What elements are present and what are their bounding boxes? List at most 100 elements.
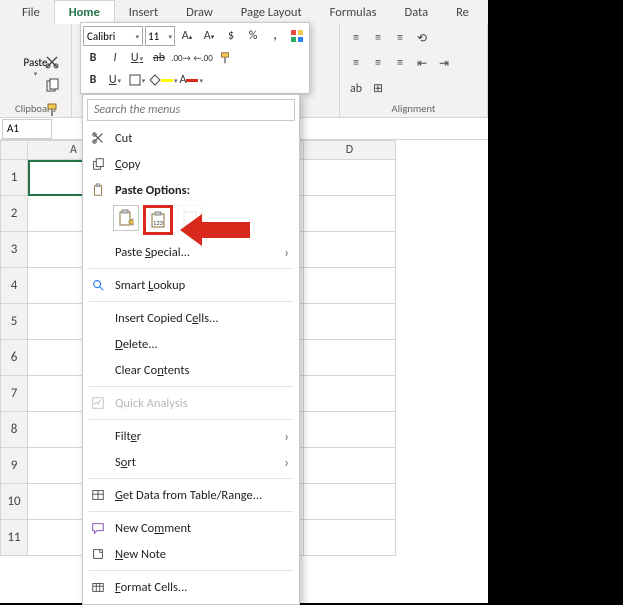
row-head[interactable]: 5: [0, 304, 28, 340]
strikethrough-button[interactable]: ab: [149, 48, 169, 68]
cut-icon[interactable]: [44, 54, 60, 75]
fill-color-button[interactable]: [149, 70, 178, 90]
cell[interactable]: [304, 376, 396, 412]
separator: [89, 511, 293, 512]
row-head[interactable]: 7: [0, 376, 28, 412]
select-all-corner[interactable]: [0, 140, 28, 160]
menu-sort[interactable]: Sort: [83, 449, 299, 475]
tab-home[interactable]: Home: [54, 0, 115, 24]
cell[interactable]: [304, 232, 396, 268]
merge-button[interactable]: ⊞: [368, 79, 388, 99]
format-painter-mini-icon[interactable]: [215, 48, 235, 68]
table-icon: [89, 488, 107, 502]
menu-copy[interactable]: Copy: [83, 151, 299, 177]
increase-indent-icon[interactable]: ⇥: [434, 53, 454, 73]
tab-insert[interactable]: Insert: [115, 1, 172, 24]
row-head[interactable]: 4: [0, 268, 28, 304]
align-center-icon[interactable]: ≡: [368, 53, 388, 73]
tab-data[interactable]: Data: [391, 1, 443, 24]
tab-review[interactable]: Re: [442, 1, 483, 24]
menu-new-note[interactable]: New Note: [83, 541, 299, 567]
separator: [89, 386, 293, 387]
row-head[interactable]: 10: [0, 484, 28, 520]
menu-clear-contents[interactable]: Clear Contents: [83, 357, 299, 383]
separator: [89, 570, 293, 571]
menu-format-cells[interactable]: Format Cells...: [83, 574, 299, 600]
align-bottom-icon[interactable]: ≡: [390, 28, 410, 48]
row-head[interactable]: 2: [0, 196, 28, 232]
align-top-icon[interactable]: ≡: [346, 28, 366, 48]
menu-delete[interactable]: Delete...: [83, 331, 299, 357]
decrease-decimal-icon[interactable]: ←.00: [193, 48, 213, 68]
row-head[interactable]: 3: [0, 232, 28, 268]
separator: [89, 268, 293, 269]
row-head[interactable]: 6: [0, 340, 28, 376]
mini-font-name[interactable]: Calibri▾: [83, 26, 143, 46]
italic-button[interactable]: I: [105, 48, 125, 68]
mini-font-size[interactable]: 11▾: [145, 26, 175, 46]
menu-insert-copied-cells[interactable]: Insert Copied Cells...: [83, 305, 299, 331]
accounting-format-icon[interactable]: $: [221, 26, 241, 46]
comma-format-icon[interactable]: ,: [265, 26, 285, 46]
bold-button[interactable]: B: [83, 48, 103, 68]
mini-toolbar: Calibri▾ 11▾ A▴ A▾ $ % , B I U ab .00→ ←…: [80, 22, 310, 94]
percent-format-icon[interactable]: %: [243, 26, 263, 46]
cell[interactable]: [304, 448, 396, 484]
paste-option-values[interactable]: 123: [143, 205, 173, 235]
tab-draw[interactable]: Draw: [172, 1, 227, 24]
decrease-indent-icon[interactable]: ⇤: [412, 53, 432, 73]
separator: [89, 478, 293, 479]
alignment-group-label: Alignment: [344, 102, 483, 117]
comment-icon: [89, 521, 107, 535]
tab-page-layout[interactable]: Page Layout: [227, 1, 316, 24]
cell[interactable]: [304, 160, 396, 196]
underline-button[interactable]: U: [127, 48, 147, 68]
menu-new-comment[interactable]: New Comment: [83, 515, 299, 541]
increase-font-icon[interactable]: A▴: [177, 26, 197, 46]
border-button[interactable]: [127, 70, 147, 90]
row-head[interactable]: 9: [0, 448, 28, 484]
menu-search[interactable]: [87, 99, 295, 121]
format-painter-icon[interactable]: [44, 102, 60, 123]
align-left-icon[interactable]: ≡: [346, 53, 366, 73]
cell[interactable]: [304, 484, 396, 520]
note-icon: [89, 547, 107, 561]
search-icon: [89, 278, 107, 292]
tab-formulas[interactable]: Formulas: [316, 1, 391, 24]
menu-search-input[interactable]: [87, 99, 295, 121]
copy-icon[interactable]: [44, 78, 60, 99]
wrap-text-button[interactable]: ab: [346, 79, 366, 99]
context-menu: Cut Copy Paste Options: 123 Paste Specia…: [82, 94, 300, 605]
cell[interactable]: [304, 412, 396, 448]
menu-cut[interactable]: Cut: [83, 125, 299, 151]
menu-smart-lookup[interactable]: Smart Lookup: [83, 272, 299, 298]
orientation-icon[interactable]: ⟲: [412, 28, 432, 48]
tab-file[interactable]: File: [8, 1, 54, 24]
menu-paste-options-heading: Paste Options:: [83, 177, 299, 203]
row-head[interactable]: 8: [0, 412, 28, 448]
font-color-button[interactable]: A: [180, 70, 203, 90]
copy-icon: [89, 157, 107, 171]
bold-button-2[interactable]: B: [83, 70, 103, 90]
row-head[interactable]: 11: [0, 520, 28, 556]
paste-option-keep-source[interactable]: [113, 205, 139, 231]
cell[interactable]: [304, 268, 396, 304]
format-cells-icon: [89, 580, 107, 594]
quick-analysis-icon: [89, 396, 107, 410]
align-middle-icon[interactable]: ≡: [368, 28, 388, 48]
align-right-icon[interactable]: ≡: [390, 53, 410, 73]
decrease-font-icon[interactable]: A▾: [199, 26, 219, 46]
row-head[interactable]: 1: [0, 160, 28, 196]
menu-filter[interactable]: Filter: [83, 423, 299, 449]
underline-button-2[interactable]: U: [105, 70, 125, 90]
cell[interactable]: [304, 196, 396, 232]
cell[interactable]: [304, 304, 396, 340]
cell[interactable]: [304, 340, 396, 376]
chevron-right-icon: [284, 428, 289, 445]
conditional-format-icon[interactable]: [287, 26, 307, 46]
cell[interactable]: [304, 520, 396, 556]
chevron-down-icon: ▾: [34, 69, 38, 78]
col-head-d[interactable]: D: [304, 140, 396, 160]
menu-get-data[interactable]: Get Data from Table/Range...: [83, 482, 299, 508]
increase-decimal-icon[interactable]: .00→: [171, 48, 191, 68]
